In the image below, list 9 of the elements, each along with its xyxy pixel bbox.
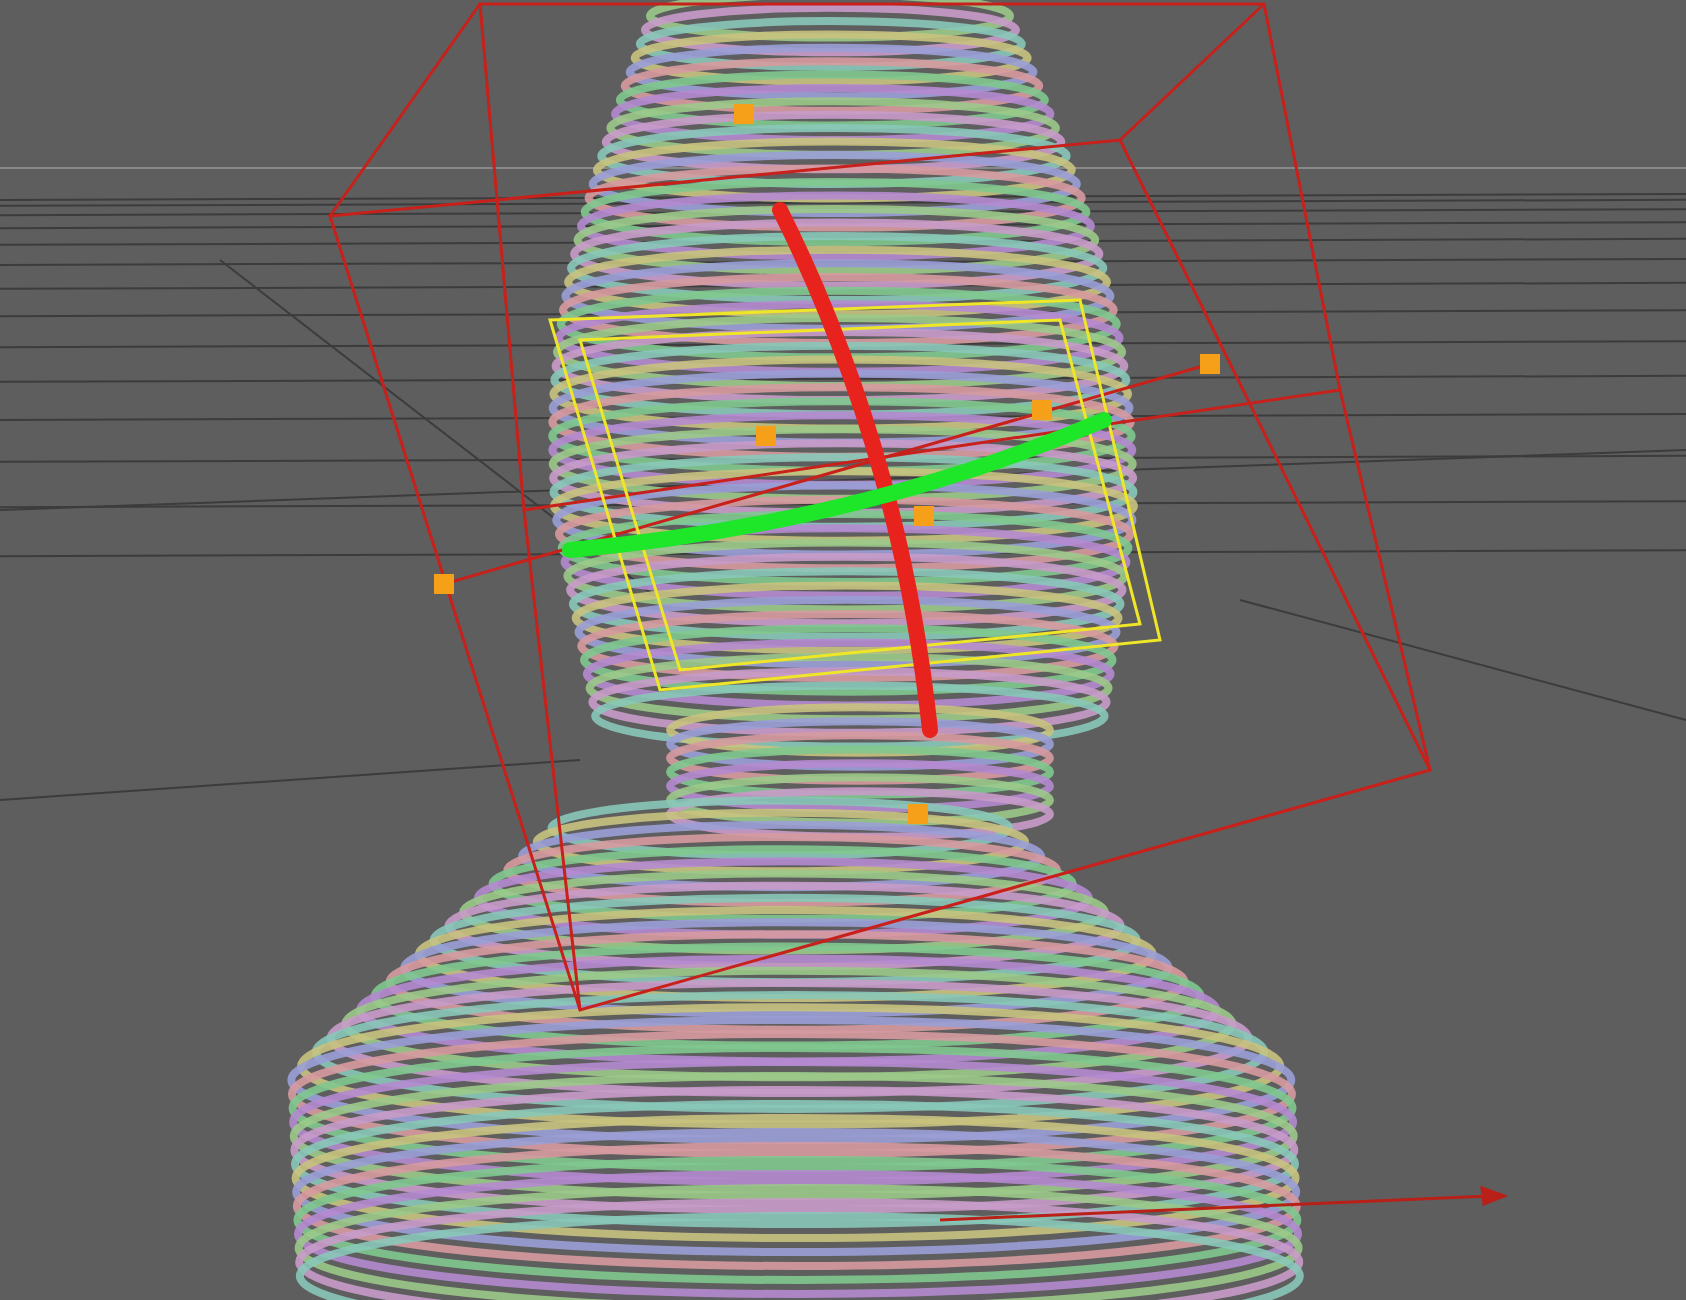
- handle-icon[interactable]: [1200, 354, 1220, 374]
- handle-icon[interactable]: [734, 104, 754, 124]
- rotation-arc[interactable]: [772, 202, 938, 738]
- handle-icon[interactable]: [756, 426, 776, 446]
- handle-icon[interactable]: [914, 506, 934, 526]
- rotation-arc[interactable]: [562, 412, 1112, 558]
- handle-icon[interactable]: [434, 574, 454, 594]
- handle-icon[interactable]: [1032, 400, 1052, 420]
- handle-icon[interactable]: [908, 804, 928, 824]
